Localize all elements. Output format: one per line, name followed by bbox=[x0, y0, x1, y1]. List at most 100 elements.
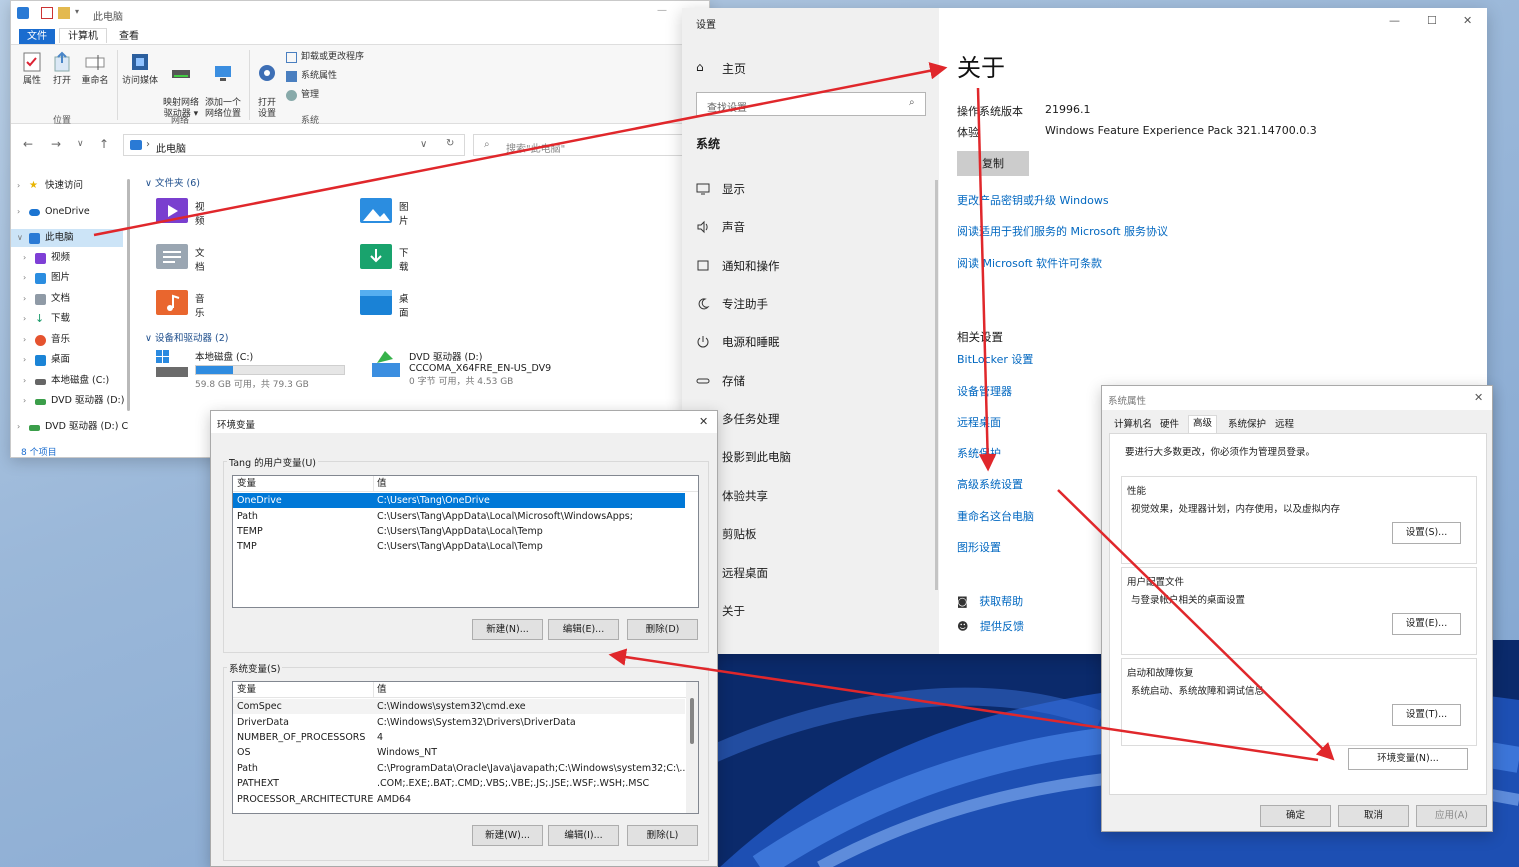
tab-advanced[interactable]: 高级 bbox=[1188, 415, 1218, 434]
search-input[interactable]: ⌕ 搜索"此电脑" bbox=[473, 134, 709, 156]
maximize-button[interactable]: ☐ bbox=[1427, 14, 1437, 27]
startup-settings-button[interactable]: 设置(T)... bbox=[1392, 704, 1461, 726]
table-row[interactable]: Path C:\Users\Tang\AppData\Local\Microsof… bbox=[233, 509, 685, 524]
user-new-button[interactable]: 新建(N)... bbox=[472, 619, 543, 640]
table-row[interactable]: PROCESSOR_ARCHITECTURE AMD64 bbox=[233, 792, 685, 807]
refresh-icon[interactable]: ↻ bbox=[446, 138, 454, 149]
monitor-icon bbox=[696, 183, 710, 195]
table-row[interactable]: OS Windows_NT bbox=[233, 745, 685, 760]
table-row[interactable]: ComSpec C:\Windows\system32\cmd.exe bbox=[233, 699, 685, 714]
scrollbar-thumb[interactable] bbox=[690, 698, 694, 744]
link-bitlocker[interactable]: BitLocker 设置 bbox=[957, 351, 1033, 367]
folders-section-header[interactable]: ∨ 文件夹 (6) bbox=[145, 175, 200, 189]
home-icon: ⌂ bbox=[696, 60, 704, 74]
manage-button[interactable]: 管理 bbox=[286, 89, 319, 102]
close-button[interactable]: ✕ bbox=[1463, 14, 1472, 27]
table-row[interactable]: NUMBER_OF_PROCESSORS 4 bbox=[233, 730, 685, 745]
open-button[interactable]: 打开 bbox=[49, 51, 75, 87]
link-license-terms[interactable]: 阅读 Microsoft 软件许可条款 bbox=[957, 255, 1102, 271]
address-text: 此电脑 bbox=[156, 144, 186, 155]
copy-button[interactable]: 复制 bbox=[957, 151, 1029, 176]
close-icon[interactable]: ✕ bbox=[1474, 391, 1483, 404]
breadcrumb-chevron-icon: › bbox=[146, 139, 150, 150]
up-button[interactable]: ↑ bbox=[99, 137, 109, 151]
ribbon-tabs: 文件 计算机 查看 bbox=[11, 27, 709, 44]
link-rename-pc[interactable]: 重命名这台电脑 bbox=[957, 508, 1034, 524]
feedback-link[interactable]: ☻ 提供反馈 bbox=[957, 618, 1024, 634]
address-bar[interactable]: › 此电脑 ∨ ↻ bbox=[123, 134, 465, 156]
link-system-protection[interactable]: 系统保护 bbox=[957, 445, 1001, 461]
minimize-button[interactable]: — bbox=[657, 5, 667, 16]
tab-computer-name[interactable]: 计算机名 bbox=[1110, 417, 1156, 433]
access-media-button[interactable]: 访问媒体 bbox=[121, 51, 159, 87]
forward-button[interactable]: → bbox=[51, 137, 61, 151]
speaker-icon bbox=[697, 220, 708, 234]
address-dropdown-icon[interactable]: ∨ bbox=[420, 139, 427, 150]
apply-button[interactable]: 应用(A) bbox=[1416, 805, 1487, 827]
table-row[interactable]: TMP C:\Users\Tang\AppData\Local\Temp bbox=[233, 539, 685, 554]
minimize-button[interactable]: — bbox=[1389, 14, 1400, 27]
computer-icon bbox=[17, 7, 29, 19]
nav-scrollbar[interactable] bbox=[127, 179, 130, 411]
settings-search-input[interactable]: 查找设置 ⌕ bbox=[696, 92, 926, 116]
system-edit-button[interactable]: 编辑(I)... bbox=[548, 825, 619, 846]
feedback-icon: ☻ bbox=[957, 620, 969, 633]
tab-remote[interactable]: 远程 bbox=[1271, 417, 1298, 433]
folder-icon[interactable] bbox=[58, 7, 70, 19]
drives-section-header[interactable]: ∨ 设备和驱动器 (2) bbox=[145, 330, 228, 344]
tab-computer[interactable]: 计算机 bbox=[59, 28, 107, 43]
system-delete-button[interactable]: 删除(L) bbox=[627, 825, 698, 846]
system-variables-label: 系统变量(S) bbox=[227, 661, 283, 675]
tab-system-protection[interactable]: 系统保护 bbox=[1224, 417, 1270, 433]
group-label-network: 网络 bbox=[171, 116, 190, 126]
gear-icon bbox=[259, 65, 275, 81]
ok-button[interactable]: 确定 bbox=[1260, 805, 1331, 827]
performance-settings-button[interactable]: 设置(S)... bbox=[1392, 522, 1461, 544]
settings-sidebar-scrollbar[interactable] bbox=[935, 180, 938, 590]
environment-variables-button[interactable]: 环境变量(N)... bbox=[1348, 748, 1468, 770]
link-graphics-settings[interactable]: 图形设置 bbox=[957, 539, 1001, 555]
tab-hardware[interactable]: 硬件 bbox=[1156, 417, 1183, 433]
link-device-manager[interactable]: 设备管理器 bbox=[957, 383, 1012, 399]
properties-icon[interactable] bbox=[41, 7, 53, 19]
group-label-system: 系统 bbox=[301, 116, 320, 126]
tab-view[interactable]: 查看 bbox=[111, 29, 147, 44]
system-properties-button[interactable]: 系统属性 bbox=[286, 70, 337, 83]
dvd-drive-icon bbox=[372, 351, 400, 377]
rename-button[interactable]: 重命名 bbox=[79, 51, 111, 87]
back-button[interactable]: ← bbox=[23, 137, 33, 151]
recent-chevron-icon[interactable]: ∨ bbox=[77, 139, 84, 149]
link-change-product-key[interactable]: 更改产品密钥或升级 Windows bbox=[957, 192, 1109, 208]
link-advanced-system-settings[interactable]: 高级系统设置 bbox=[957, 476, 1023, 492]
open-settings-button[interactable]: 打开 设置 bbox=[253, 51, 281, 120]
uninstall-programs-button[interactable]: 卸载或更改程序 bbox=[286, 51, 364, 64]
system-new-button[interactable]: 新建(W)... bbox=[472, 825, 543, 846]
system-list-scrollbar[interactable] bbox=[686, 682, 698, 813]
user-variables-list[interactable]: 变量值 OneDrive C:\Users\Tang\OneDrive Path C… bbox=[232, 475, 699, 608]
table-row[interactable]: TEMP C:\Users\Tang\AppData\Local\Temp bbox=[233, 524, 685, 539]
properties-button[interactable]: 属性 bbox=[19, 51, 45, 87]
environment-variables-dialog: 环境变量 ✕ Tang 的用户变量(U) 变量值 OneDrive C:\User… bbox=[210, 410, 718, 867]
user-edit-button[interactable]: 编辑(E)... bbox=[548, 619, 619, 640]
chevron-down-icon[interactable]: ▾ bbox=[75, 7, 79, 16]
link-remote-desktop[interactable]: 远程桌面 bbox=[957, 414, 1001, 430]
spec-os-build: 操作系统版本 21996.1 bbox=[957, 103, 1091, 118]
tab-file[interactable]: 文件 bbox=[19, 29, 55, 44]
system-variables-list[interactable]: 变量值 ComSpec C:\Windows\system32\cmd.exe D… bbox=[232, 681, 699, 814]
table-row[interactable]: OneDrive C:\Users\Tang\OneDrive bbox=[233, 493, 685, 508]
link-services-agreement[interactable]: 阅读适用于我们服务的 Microsoft 服务协议 bbox=[957, 223, 1168, 239]
table-row[interactable]: PATHEXT .COM;.EXE;.BAT;.CMD;.VBS;.VBE;.JS… bbox=[233, 776, 685, 791]
user-delete-button[interactable]: 删除(D) bbox=[627, 619, 698, 640]
startup-recovery-group: 启动和故障恢复 系统启动、系统故障和调试信息 设置(T)... bbox=[1121, 658, 1477, 746]
documents-folder-icon bbox=[156, 244, 188, 269]
profiles-settings-button[interactable]: 设置(E)... bbox=[1392, 613, 1461, 635]
videos-folder-icon bbox=[156, 198, 188, 223]
window-title: 此电脑 bbox=[93, 12, 123, 23]
table-row[interactable]: Path C:\ProgramData\Oracle\Java\javapath;… bbox=[233, 761, 688, 776]
cancel-button[interactable]: 取消 bbox=[1338, 805, 1409, 827]
get-help-link[interactable]: ◙ 获取帮助 bbox=[957, 593, 1023, 609]
add-network-location-button[interactable]: 添加一个 网络位置 bbox=[203, 51, 243, 120]
close-icon[interactable]: ✕ bbox=[699, 415, 708, 428]
map-network-drive-button[interactable]: 映射网络 驱动器 ▾ bbox=[161, 51, 201, 120]
table-row[interactable]: DriverData C:\Windows\System32\Drivers\Dr… bbox=[233, 715, 685, 730]
